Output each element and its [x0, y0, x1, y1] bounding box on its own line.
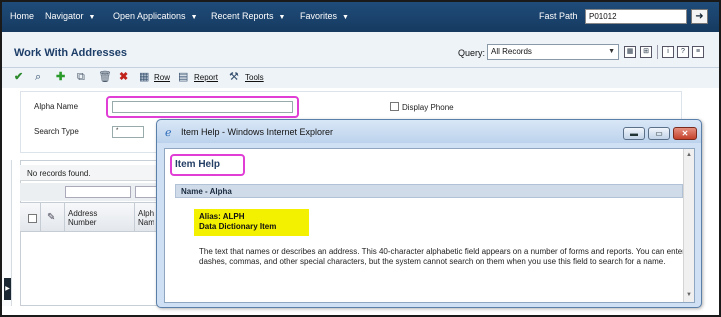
row-exit-icon[interactable]: ▦ — [139, 70, 149, 84]
item-help-heading: Item Help — [175, 159, 221, 170]
chevron-down-icon: ▼ — [342, 14, 349, 21]
column-divider — [64, 202, 65, 232]
toolbar: ✔ ⌕ ✚ ⧉ 🗑 ✖ ▦ Row ▤ Report ⚒ Tools — [2, 68, 719, 88]
nav-navigator[interactable]: Navigator ▼ — [45, 11, 95, 21]
chevron-down-icon: ▼ — [190, 14, 198, 21]
minimize-button[interactable]: ▬ — [623, 127, 645, 140]
maximize-icon: ▭ — [655, 129, 663, 138]
copy-icon[interactable]: ⧉ — [77, 70, 85, 84]
field-name-text: Name - Alpha — [181, 187, 232, 196]
item-help-content: Item Help Name - Alpha Alias: ALPH Data … — [164, 148, 695, 303]
display-phone-checkbox[interactable] — [390, 102, 399, 111]
window-title: Item Help - Windows Internet Explorer — [181, 127, 334, 137]
top-navigation-bar: Home Navigator ▼ Open Applications ▼ Recen… — [2, 2, 719, 32]
arrow-right-icon: ➜ — [695, 11, 704, 22]
chevron-down-icon: ▼ — [278, 14, 286, 21]
help-icon[interactable]: ? — [677, 46, 689, 58]
nav-favorites[interactable]: Favorites ▼ — [300, 11, 349, 21]
save-query-icon[interactable]: ▦ — [624, 46, 636, 58]
query-select-value: All Records — [491, 47, 532, 56]
attachment-icon: ✎ — [47, 212, 56, 223]
personalize-icon[interactable]: ≡ — [692, 46, 704, 58]
no-records-text: No records found. — [27, 169, 91, 178]
column-header-alpha-name[interactable]: Alph Nam — [138, 209, 154, 227]
add-plus-icon[interactable]: ✚ — [56, 70, 65, 84]
expand-arrow-icon[interactable]: ▶ — [4, 278, 11, 300]
nav-home-label: Home — [10, 11, 35, 21]
internet-explorer-icon: ℯ — [165, 127, 172, 139]
close-window-button[interactable]: ✕ — [673, 127, 697, 140]
vertical-scrollbar[interactable]: ▲ ▼ — [683, 149, 694, 302]
nav-open-applications-label: Open Applications — [113, 11, 186, 21]
nav-navigator-label: Navigator — [45, 11, 84, 21]
nav-home[interactable]: Home — [10, 11, 34, 21]
select-all-checkbox[interactable] — [28, 214, 37, 223]
search-type-input[interactable]: * — [112, 126, 144, 138]
row-menu-label[interactable]: Row — [154, 73, 170, 82]
filter-address-number-input[interactable] — [65, 186, 131, 198]
chevron-down-icon: ▼ — [608, 48, 615, 55]
alias-highlight-box: Alias: ALPH Data Dictionary Item — [194, 209, 309, 236]
item-help-titlebar[interactable]: ℯ Item Help - Windows Internet Explorer … — [157, 120, 701, 143]
report-menu-label[interactable]: Report — [194, 73, 218, 82]
info-icon[interactable]: i — [662, 46, 674, 58]
form-header: Work With Addresses Query: All Records ▼… — [2, 32, 719, 68]
fast-path-label: Fast Path — [539, 11, 578, 21]
query-manager-icon[interactable]: ⊞ — [640, 46, 652, 58]
delete-trash-icon[interactable]: 🗑 — [98, 70, 112, 84]
grid-status-bar: No records found. — [20, 165, 160, 181]
close-icon: ✕ — [681, 129, 689, 138]
scroll-down-icon[interactable]: ▼ — [685, 291, 693, 299]
chevron-down-icon: ▼ — [88, 14, 96, 21]
close-x-icon[interactable]: ✖ — [119, 70, 128, 84]
report-exit-icon[interactable]: ▤ — [178, 70, 188, 84]
nav-recent-reports[interactable]: Recent Reports ▼ — [211, 11, 285, 21]
minimize-icon: ▬ — [630, 129, 638, 138]
fast-path-go-button[interactable]: ➜ — [691, 9, 708, 24]
fast-path-input[interactable]: P01012 — [585, 9, 687, 24]
nav-favorites-label: Favorites — [300, 11, 338, 21]
display-phone-label: Display Phone — [402, 103, 454, 112]
tools-menu-label[interactable]: Tools — [245, 73, 264, 82]
scroll-up-icon[interactable]: ▲ — [685, 151, 693, 159]
app-frame: Home Navigator ▼ Open Applications ▼ Recen… — [0, 0, 721, 317]
alias-text: Alias: ALPH — [199, 212, 245, 221]
column-divider — [40, 202, 41, 232]
alpha-name-highlight — [106, 96, 299, 118]
query-select[interactable]: All Records ▼ — [487, 44, 619, 60]
column-header-address-number[interactable]: Address Number — [68, 209, 110, 227]
find-search-icon[interactable]: ⌕ — [35, 70, 41, 84]
maximize-button[interactable]: ▭ — [648, 127, 670, 140]
header-divider — [657, 45, 658, 59]
page-title: Work With Addresses — [14, 47, 127, 59]
nav-open-applications[interactable]: Open Applications ▼ — [113, 11, 198, 21]
alpha-name-label: Alpha Name — [34, 102, 79, 111]
tools-exit-icon[interactable]: ⚒ — [229, 70, 239, 84]
data-dictionary-text: Data Dictionary Item — [199, 222, 277, 231]
nav-recent-reports-label: Recent Reports — [211, 11, 274, 21]
search-type-label: Search Type — [34, 127, 79, 136]
field-description: The text that names or describes an addr… — [199, 247, 685, 266]
select-check-icon[interactable]: ✔ — [14, 70, 23, 84]
field-name-bar: Name - Alpha — [175, 184, 683, 198]
query-label: Query: — [458, 48, 486, 58]
item-help-window: ℯ Item Help - Windows Internet Explorer … — [156, 119, 702, 308]
grid-header-row: ✎ Address Number Alph Nam — [20, 202, 160, 232]
results-grid — [20, 160, 160, 306]
column-divider — [134, 202, 135, 232]
